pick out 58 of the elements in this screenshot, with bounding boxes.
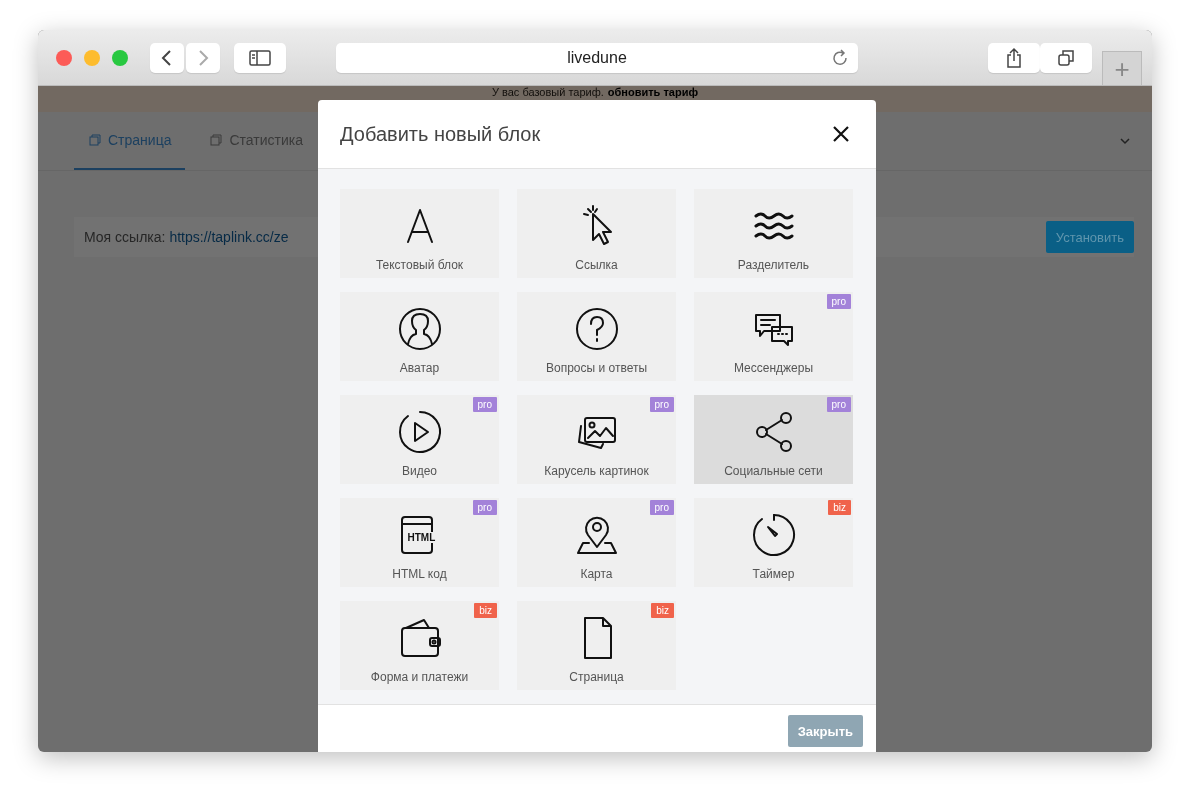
plan-badge: biz (474, 603, 497, 618)
block-tile[interactable]: Разделитель (694, 189, 853, 278)
plan-badge: biz (828, 500, 851, 515)
block-label: Форма и платежи (370, 670, 469, 684)
sidebar-icon (249, 49, 271, 66)
block-label: Видео (401, 464, 438, 478)
tabs-button[interactable] (1040, 42, 1092, 73)
plan-badge: pro (649, 500, 674, 515)
address-bar[interactable]: livedune (336, 42, 858, 73)
reload-icon[interactable] (831, 48, 849, 67)
block-label: Карусель картинок (544, 464, 649, 478)
banner-text: У вас базовый тариф. (491, 86, 604, 98)
chevron-down-icon[interactable] (1120, 137, 1130, 145)
chevron-left-icon (160, 48, 174, 67)
block-label: Разделитель (737, 258, 810, 272)
plan-badge: pro (472, 397, 497, 412)
block-tile[interactable]: pro Мессенджеры (694, 292, 853, 381)
block-tile[interactable]: Аватар (340, 292, 499, 381)
plan-badge: pro (826, 397, 851, 412)
block-tile[interactable]: pro Социальные сети (694, 395, 853, 484)
block-tile[interactable]: biz Таймер (694, 498, 853, 587)
block-tile[interactable]: biz Форма и платежи (340, 601, 499, 690)
block-label: Таймер (752, 567, 795, 581)
plan-badge: pro (649, 397, 674, 412)
block-label: Социальные сети (724, 464, 823, 478)
close-icon[interactable] (832, 125, 850, 143)
share-icon (1006, 46, 1022, 69)
plan-badge: biz (651, 603, 674, 618)
block-tile[interactable]: Ссылка (517, 189, 676, 278)
block-label: Карта (580, 567, 613, 581)
link-label: Моя ссылка: (84, 229, 166, 245)
block-tile[interactable]: biz Страница (517, 601, 676, 690)
block-label: HTML код (392, 567, 447, 581)
chevron-right-icon (196, 48, 210, 67)
icon-caption: HTML (406, 532, 437, 543)
overlapping-squares-icon (209, 133, 224, 147)
block-tile[interactable]: pro HTML HTML код (340, 498, 499, 587)
back-button[interactable] (150, 42, 184, 73)
overlapping-squares-icon (1057, 48, 1075, 67)
close-window-icon[interactable] (56, 49, 72, 66)
block-tile[interactable]: Вопросы и ответы (517, 292, 676, 381)
plan-badge: pro (826, 294, 851, 309)
block-label: Аватар (399, 361, 440, 375)
sidebar-button[interactable] (234, 42, 286, 73)
block-tile[interactable]: Текстовый блок (340, 189, 499, 278)
block-label: Страница (569, 670, 624, 684)
dialog-title: Добавить новый блок (340, 122, 541, 146)
upgrade-link[interactable]: обновить тариф (607, 86, 699, 98)
block-tile[interactable]: pro Карта (517, 498, 676, 587)
block-label: Текстовый блок (375, 258, 464, 272)
plan-badge: pro (472, 500, 497, 515)
overlapping-squares-icon (88, 133, 102, 147)
block-tile[interactable]: pro Видео (340, 395, 499, 484)
block-label: Мессенджеры (733, 361, 814, 375)
share-button[interactable] (988, 42, 1040, 73)
block-label: Вопросы и ответы (545, 361, 648, 375)
block-label: Ссылка (575, 258, 618, 272)
block-tile[interactable]: pro Карусель картинок (517, 395, 676, 484)
